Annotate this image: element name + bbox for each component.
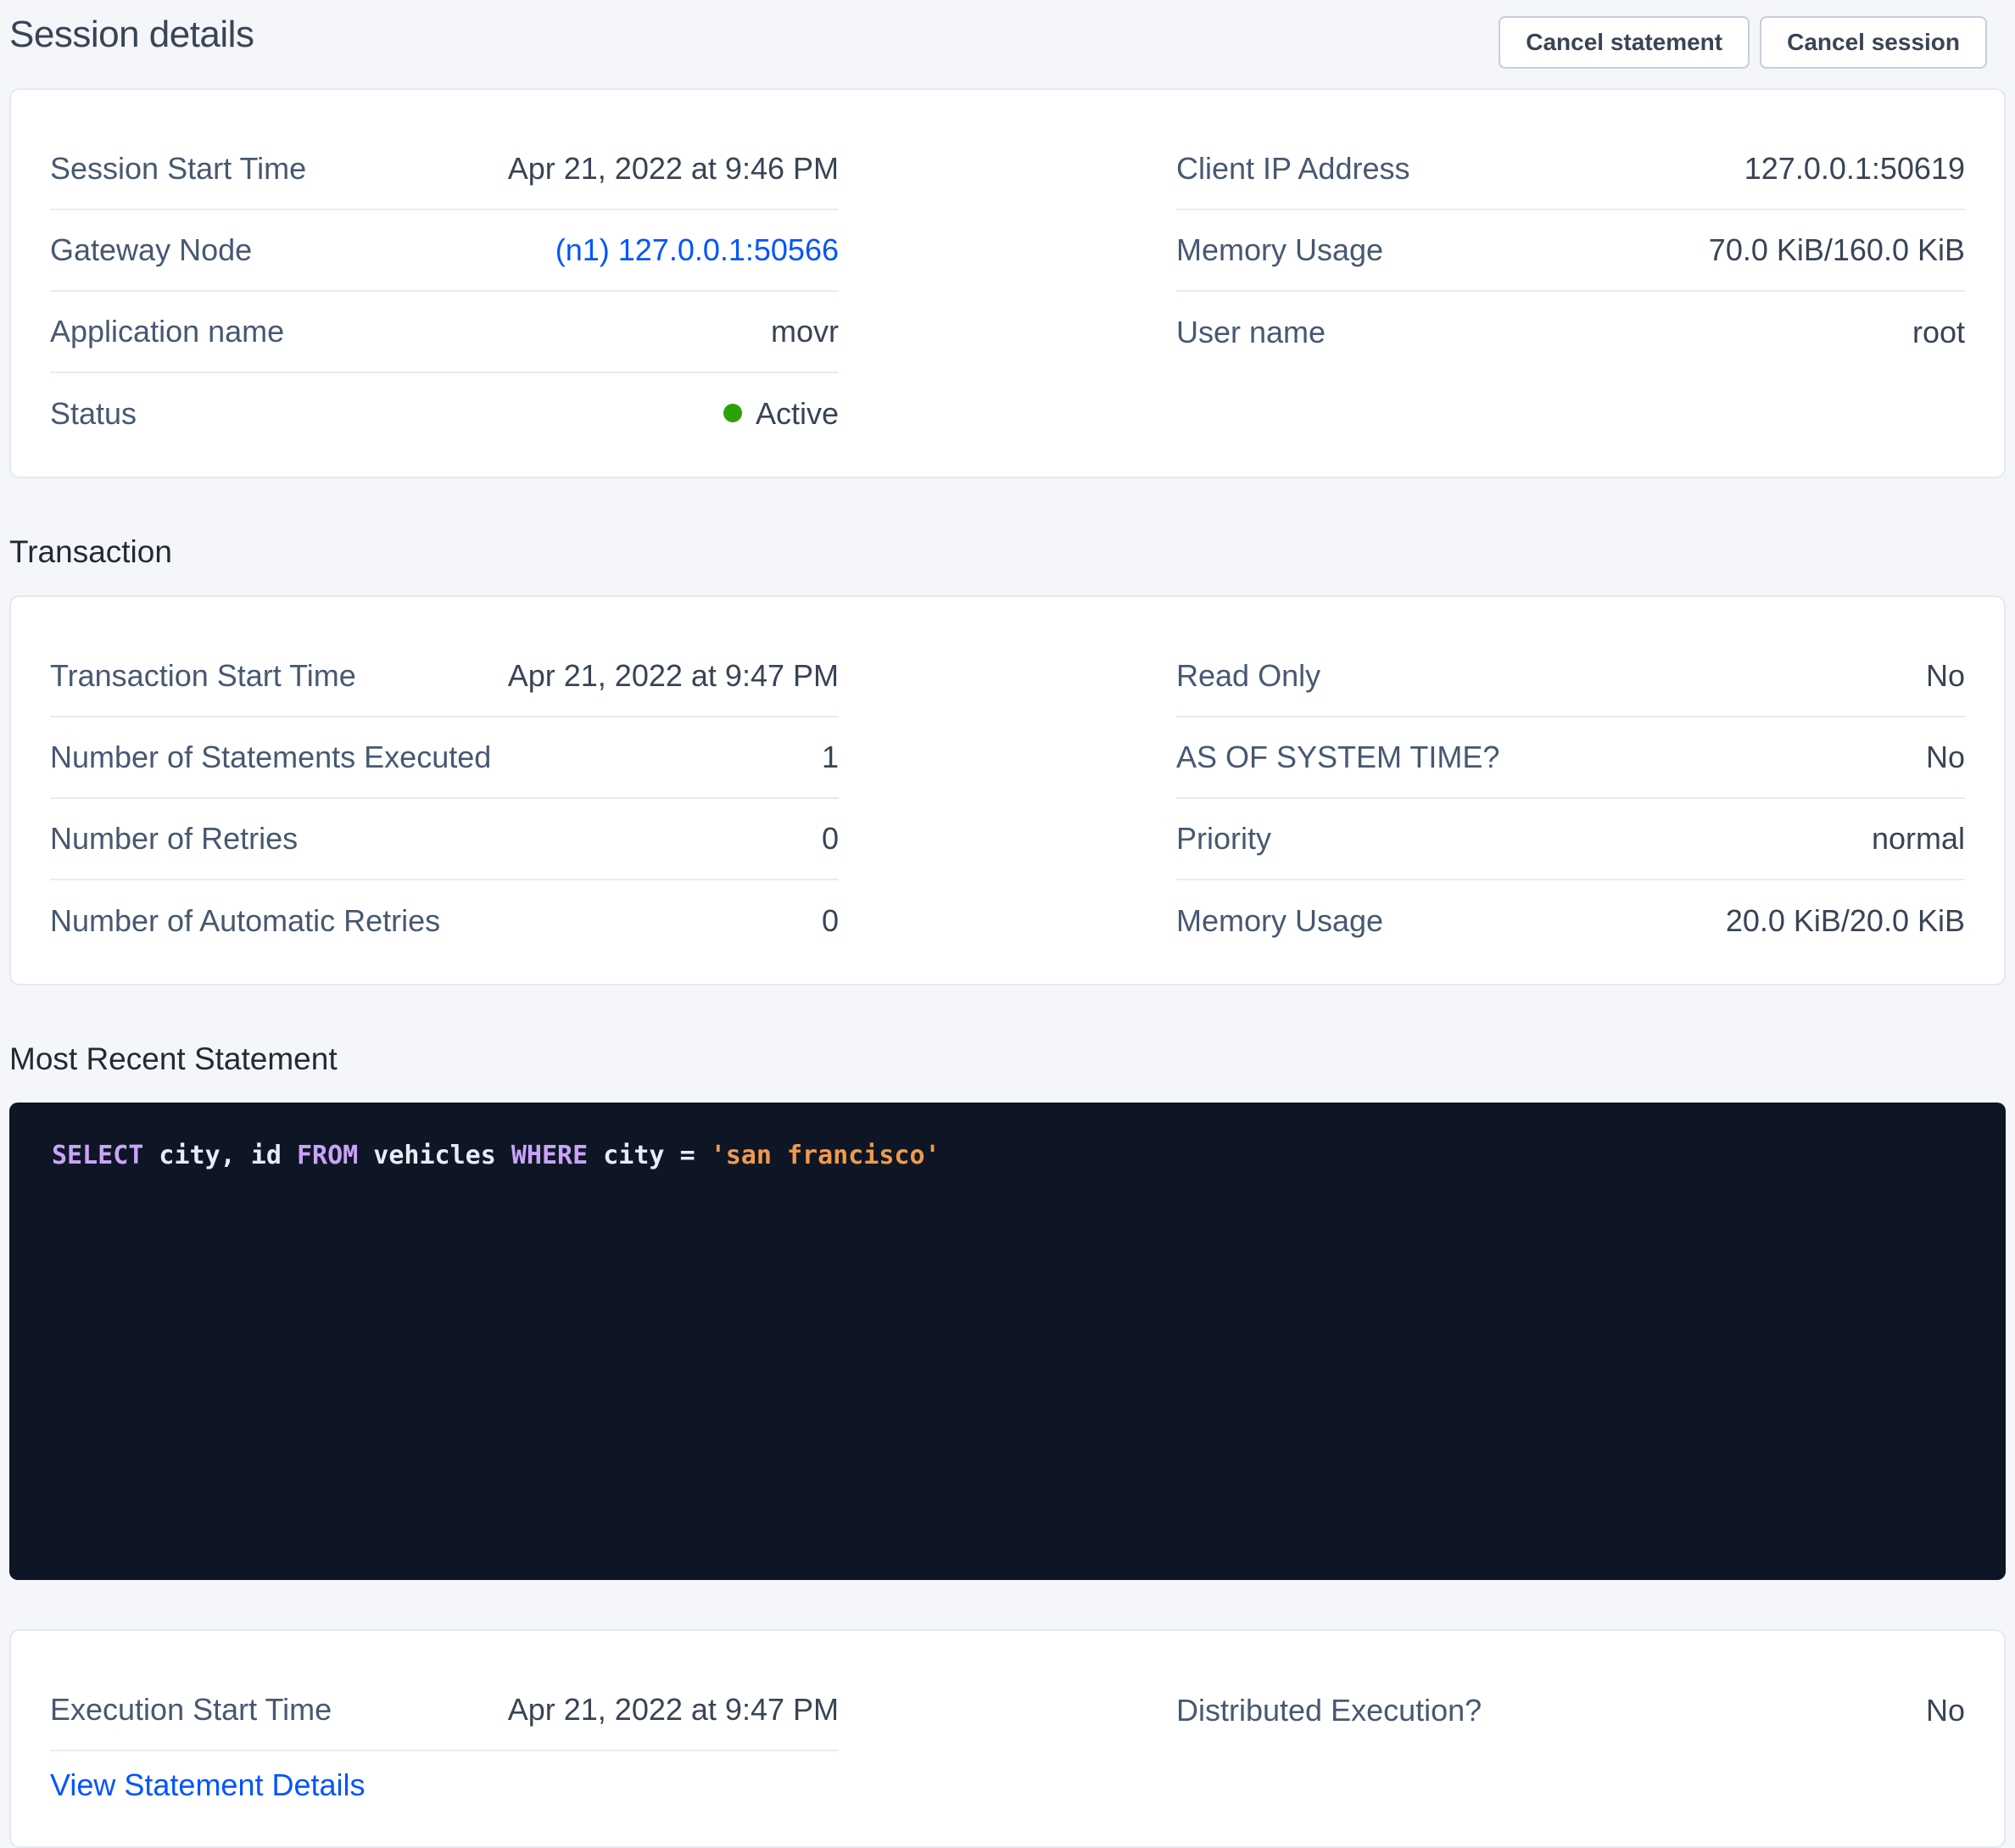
distributed-execution-value: No	[1926, 1693, 1965, 1728]
session-info-card: Session Start Time Apr 21, 2022 at 9:46 P…	[9, 88, 2006, 478]
header-buttons: Cancel statement Cancel session	[1499, 16, 1987, 69]
execution-rows: Execution Start Time Apr 21, 2022 at 9:47…	[50, 1670, 839, 1751]
client-ip-address-row: Client IP Address 127.0.0.1:50619	[1176, 129, 1965, 210]
session-details-page: Session details Cancel statement Cancel …	[0, 0, 2015, 1848]
client-ip-address-label: Client IP Address	[1176, 151, 1409, 187]
statements-executed-row: Number of Statements Executed 1	[50, 717, 839, 799]
session-start-time-label: Session Start Time	[50, 151, 306, 187]
read-only-label: Read Only	[1176, 658, 1320, 694]
read-only-row: Read Only No	[1176, 636, 1965, 717]
session-status-row: Status Active	[50, 373, 839, 455]
session-memory-usage-row: Memory Usage 70.0 KiB/160.0 KiB	[1176, 210, 1965, 292]
session-memory-usage-label: Memory Usage	[1176, 232, 1383, 268]
view-statement-details-row: View Statement Details	[50, 1751, 839, 1819]
execution-left-column: Execution Start Time Apr 21, 2022 at 9:47…	[50, 1670, 839, 1819]
client-ip-address-value: 127.0.0.1:50619	[1744, 151, 1965, 187]
gateway-node-link[interactable]: (n1) 127.0.0.1:50566	[555, 232, 839, 267]
session-info-left-column: Session Start Time Apr 21, 2022 at 9:46 P…	[50, 129, 839, 455]
transaction-heading: Transaction	[9, 533, 2006, 572]
sql-token-plain: vehicles	[358, 1141, 511, 1170]
user-name-value: root	[1912, 315, 1965, 350]
automatic-retries-label: Number of Automatic Retries	[50, 903, 440, 939]
cancel-statement-button[interactable]: Cancel statement	[1499, 16, 1750, 69]
sql-code-block: SELECT city, id FROM vehicles WHERE city…	[9, 1103, 2006, 1580]
sql-token-plain: city, id	[143, 1141, 297, 1170]
gateway-node-value: (n1) 127.0.0.1:50566	[555, 232, 839, 268]
execution-start-time-label: Execution Start Time	[50, 1692, 332, 1728]
as-of-system-time-value: No	[1926, 740, 1965, 775]
transaction-right-column: Read Only No AS OF SYSTEM TIME? No Priority n…	[1176, 636, 1965, 962]
session-start-time-row: Session Start Time Apr 21, 2022 at 9:46 P…	[50, 129, 839, 210]
distributed-execution-label: Distributed Execution?	[1176, 1693, 1482, 1728]
number-of-retries-value: 0	[822, 821, 839, 857]
sql-token-keyword: FROM	[297, 1141, 358, 1170]
execution-start-time-row: Execution Start Time Apr 21, 2022 at 9:47…	[50, 1670, 839, 1751]
automatic-retries-value: 0	[822, 903, 839, 939]
session-status-label: Status	[50, 396, 137, 432]
number-of-retries-row: Number of Retries 0	[50, 799, 839, 880]
sql-token-plain: =	[680, 1141, 711, 1170]
transaction-memory-usage-value: 20.0 KiB/20.0 KiB	[1726, 903, 1965, 939]
sql-statement: SELECT city, id FROM vehicles WHERE city…	[52, 1138, 1963, 1174]
as-of-system-time-label: AS OF SYSTEM TIME?	[1176, 740, 1499, 775]
sql-token-string: 'san francisco'	[711, 1141, 941, 1170]
automatic-retries-row: Number of Automatic Retries 0	[50, 880, 839, 962]
view-statement-details-link[interactable]: View Statement Details	[50, 1767, 366, 1803]
session-info-right-column: Client IP Address 127.0.0.1:50619 Memory U…	[1176, 129, 1965, 455]
execution-right-column: Distributed Execution? No	[1176, 1670, 1965, 1819]
read-only-value: No	[1926, 658, 1965, 694]
gateway-node-label: Gateway Node	[50, 232, 252, 268]
user-name-row: User name root	[1176, 292, 1965, 373]
priority-label: Priority	[1176, 821, 1271, 857]
transaction-card: Transaction Start Time Apr 21, 2022 at 9:…	[9, 595, 2006, 985]
status-active-dot-icon	[723, 404, 742, 422]
most-recent-statement-heading: Most Recent Statement	[9, 1040, 2006, 1079]
distributed-execution-row: Distributed Execution? No	[1176, 1670, 1965, 1751]
application-name-value: movr	[771, 314, 839, 349]
sql-token-keyword: SELECT	[52, 1141, 143, 1170]
cancel-session-button[interactable]: Cancel session	[1760, 16, 1987, 69]
number-of-retries-label: Number of Retries	[50, 821, 298, 857]
application-name-label: Application name	[50, 314, 284, 349]
session-memory-usage-value: 70.0 KiB/160.0 KiB	[1709, 232, 1965, 268]
transaction-memory-usage-row: Memory Usage 20.0 KiB/20.0 KiB	[1176, 880, 1965, 962]
gateway-node-row: Gateway Node (n1) 127.0.0.1:50566	[50, 210, 839, 292]
session-status-value: Active	[723, 396, 839, 432]
session-start-time-value: Apr 21, 2022 at 9:46 PM	[508, 151, 839, 187]
page-header: Session details Cancel statement Cancel …	[9, 0, 2006, 88]
transaction-memory-usage-label: Memory Usage	[1176, 903, 1383, 939]
execution-card: Execution Start Time Apr 21, 2022 at 9:47…	[9, 1629, 2006, 1848]
priority-value: normal	[1872, 821, 1965, 857]
statements-executed-label: Number of Statements Executed	[50, 740, 491, 775]
transaction-start-time-value: Apr 21, 2022 at 9:47 PM	[508, 658, 839, 694]
priority-row: Priority normal	[1176, 799, 1965, 880]
user-name-label: User name	[1176, 315, 1326, 350]
page-title: Session details	[9, 14, 254, 56]
application-name-row: Application name movr	[50, 292, 839, 373]
transaction-start-time-label: Transaction Start Time	[50, 658, 356, 694]
statements-executed-value: 1	[822, 740, 839, 775]
execution-start-time-value: Apr 21, 2022 at 9:47 PM	[508, 1692, 839, 1728]
transaction-left-column: Transaction Start Time Apr 21, 2022 at 9:…	[50, 636, 839, 962]
as-of-system-time-row: AS OF SYSTEM TIME? No	[1176, 717, 1965, 799]
sql-token-plain: city	[588, 1141, 679, 1170]
transaction-start-time-row: Transaction Start Time Apr 21, 2022 at 9:…	[50, 636, 839, 717]
sql-token-keyword: WHERE	[511, 1141, 588, 1170]
